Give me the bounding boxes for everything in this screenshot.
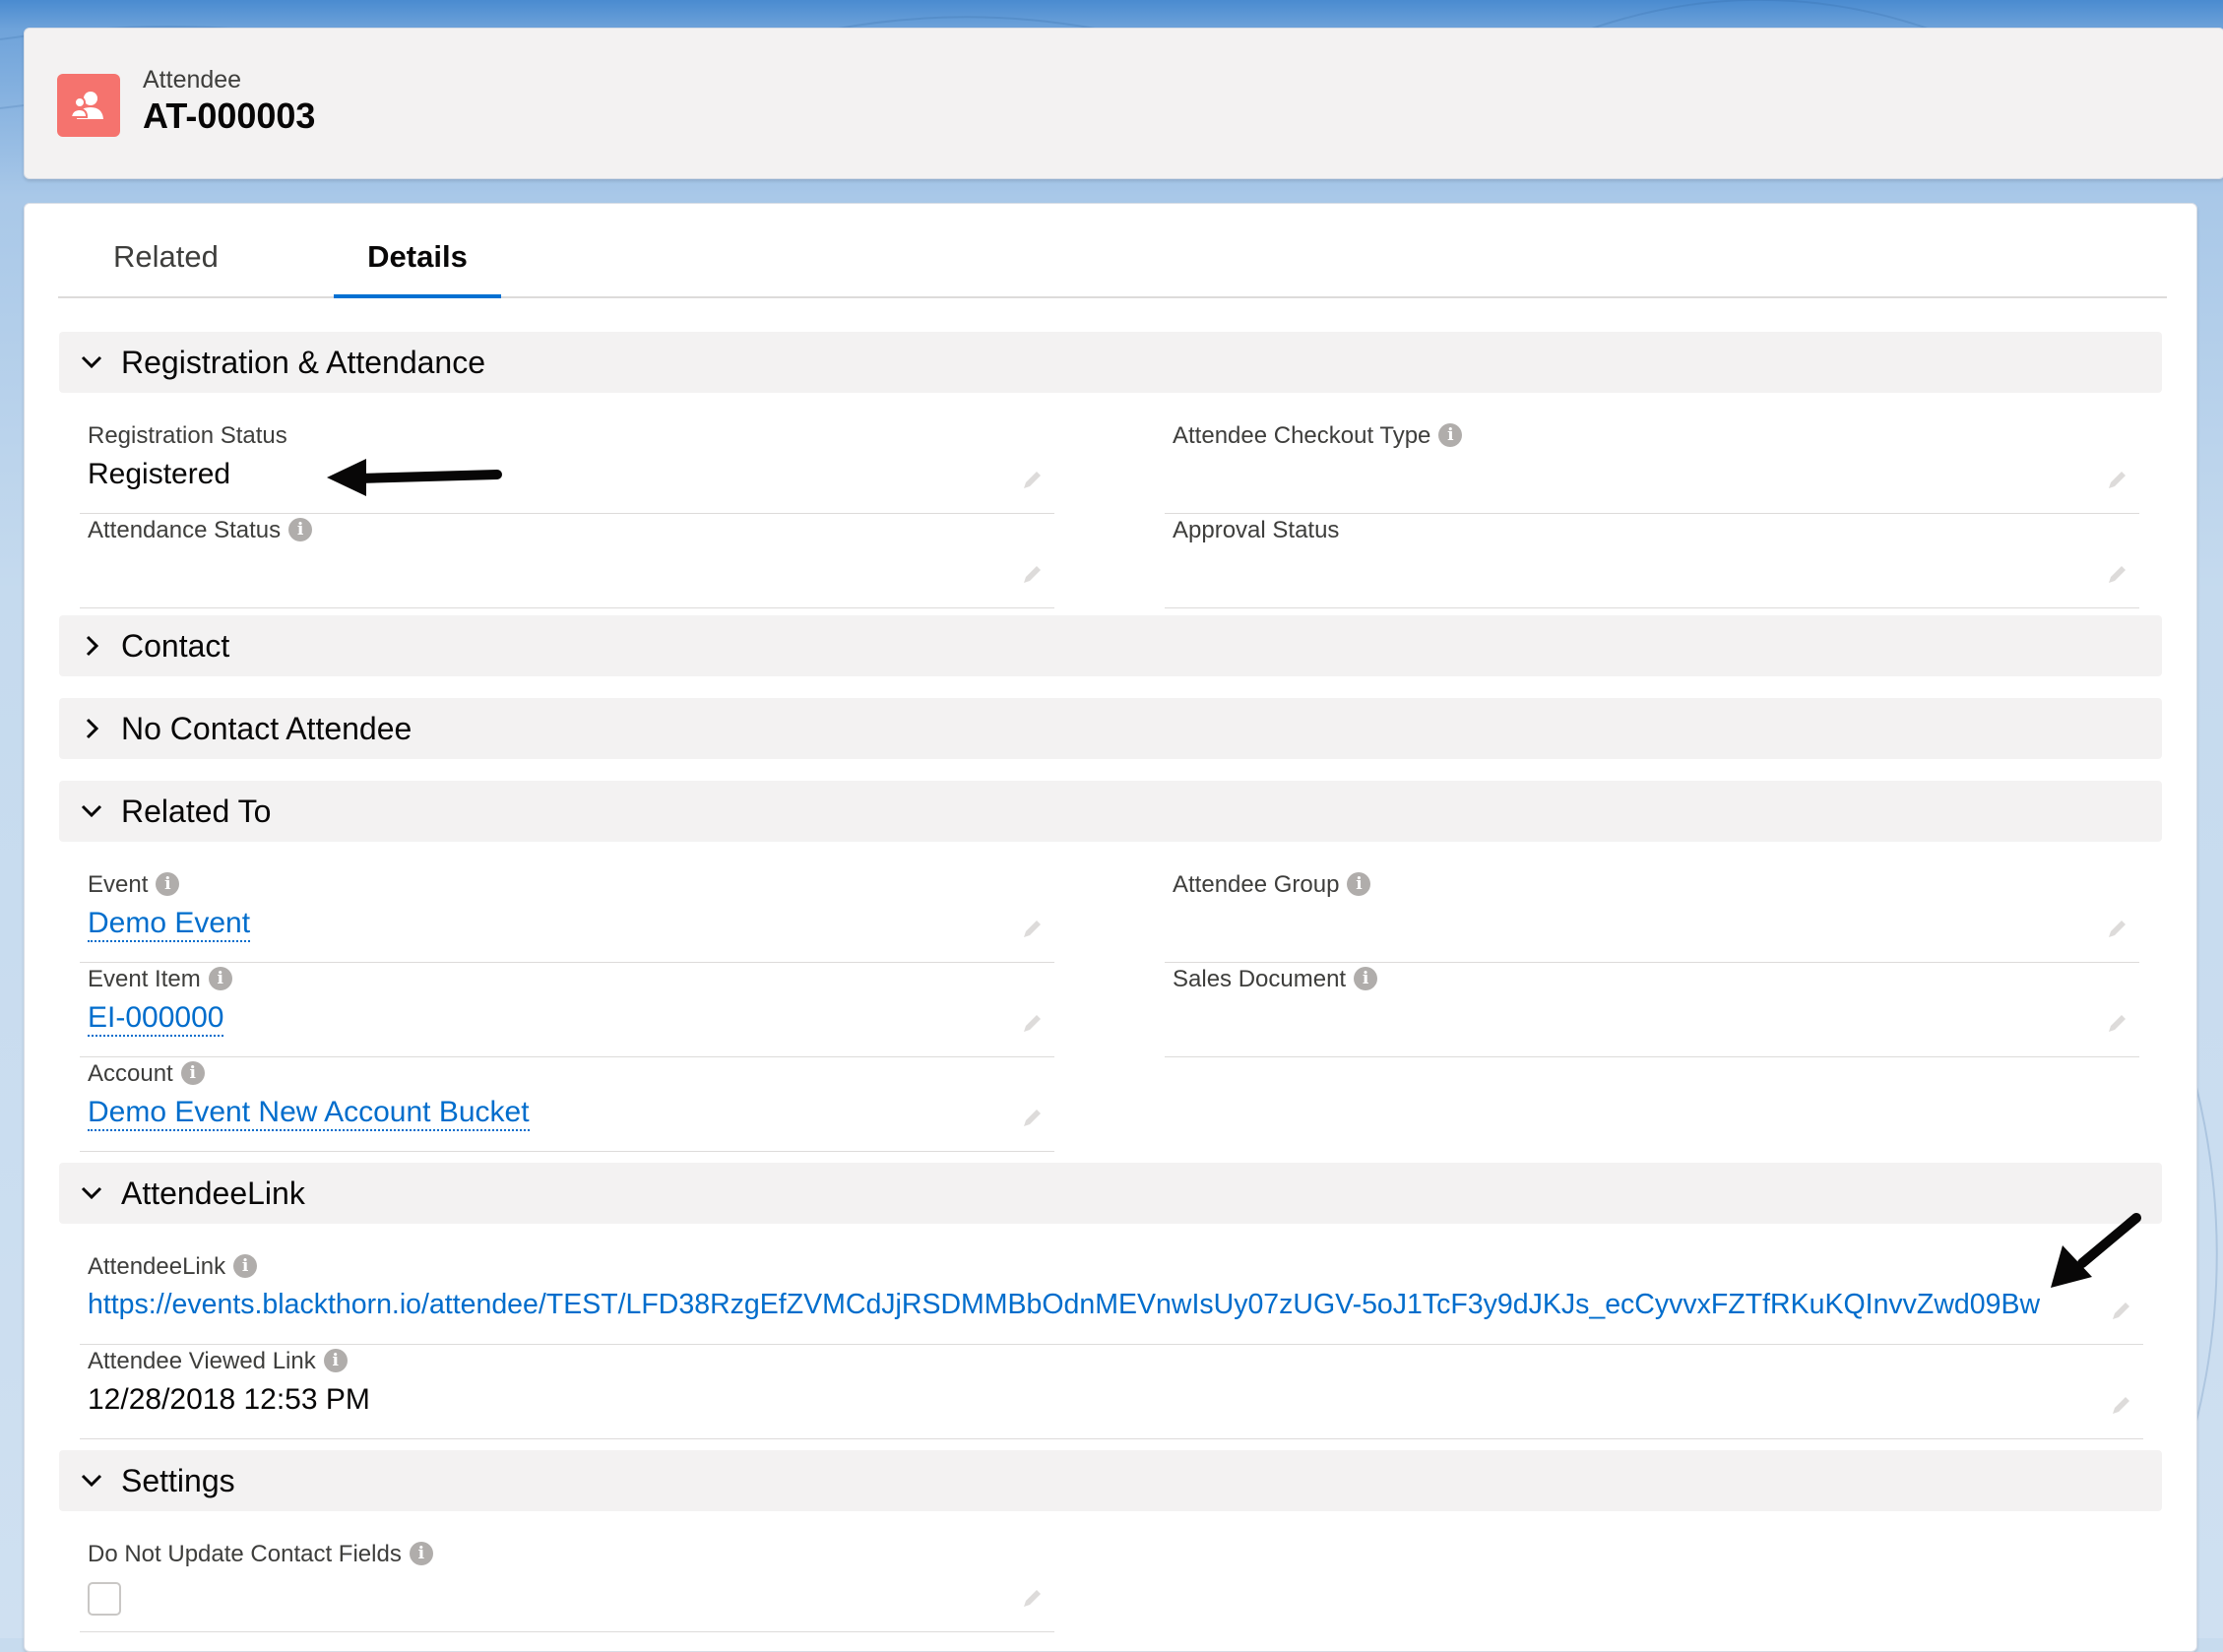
info-icon[interactable]: i xyxy=(156,871,180,896)
field-label: Event Item i xyxy=(88,966,232,993)
section-title: Related To xyxy=(121,794,272,829)
pencil-icon[interactable] xyxy=(1019,1586,1045,1612)
info-icon[interactable]: i xyxy=(208,966,232,990)
pencil-icon[interactable] xyxy=(1019,917,1045,942)
record-detail-card: Related Details Registration & Attendanc… xyxy=(24,203,2197,1652)
record-name: AT-000003 xyxy=(143,95,316,136)
field-label: Attendee Checkout Type i xyxy=(1173,422,1463,450)
section-contact[interactable]: Contact xyxy=(59,615,2162,676)
field-label: Attendance Status i xyxy=(88,517,313,544)
pencil-icon[interactable] xyxy=(2104,562,2129,588)
section-no-contact-attendee[interactable]: No Contact Attendee xyxy=(59,698,2162,759)
pencil-icon[interactable] xyxy=(1019,562,1045,588)
field-label: Sales Document i xyxy=(1173,966,1378,993)
section-settings[interactable]: Settings xyxy=(59,1450,2162,1511)
tab-related[interactable]: Related xyxy=(113,233,219,294)
field-label: Attendee Group i xyxy=(1173,871,1371,899)
field-attendee-link: AttendeeLink i https://events.blackthorn.… xyxy=(80,1253,2143,1345)
attendee-icon xyxy=(57,74,120,137)
chevron-right-icon xyxy=(86,718,99,739)
record-header: Attendee AT-000003 xyxy=(24,28,2223,179)
pencil-icon[interactable] xyxy=(1019,1011,1045,1037)
pencil-icon[interactable] xyxy=(2108,1393,2133,1419)
field-sales-document: Sales Document i xyxy=(1165,966,2139,1057)
field-label: AttendeeLink i xyxy=(88,1253,258,1281)
chevron-down-icon xyxy=(81,355,102,369)
field-label: Event i xyxy=(88,871,180,899)
field-event-item: Event Item i EI-000000 xyxy=(80,966,1054,1057)
info-icon[interactable]: i xyxy=(180,1060,205,1085)
field-label: Do Not Update Contact Fields i xyxy=(88,1541,433,1568)
section-title: Settings xyxy=(121,1463,235,1498)
field-attendance-status: Attendance Status i xyxy=(80,517,1054,608)
event-item-link[interactable]: EI-000000 xyxy=(88,1001,224,1037)
info-icon[interactable]: i xyxy=(323,1348,348,1372)
object-type-label: Attendee xyxy=(143,66,242,94)
field-attendee-viewed-link: Attendee Viewed Link i 12/28/2018 12:53 P… xyxy=(80,1348,2143,1439)
field-label: Registration Status xyxy=(88,422,287,449)
section-title: No Contact Attendee xyxy=(121,711,413,746)
field-value: 12/28/2018 12:53 PM xyxy=(88,1383,370,1416)
info-icon[interactable]: i xyxy=(233,1253,258,1278)
field-account: Account i Demo Event New Account Bucket xyxy=(80,1060,1054,1152)
tab-bar: Related Details xyxy=(58,204,2167,298)
attendee-link-url[interactable]: https://events.blackthorn.io/attendee/TE… xyxy=(88,1289,2040,1321)
info-icon[interactable]: i xyxy=(1347,871,1371,896)
field-value: Registered xyxy=(88,458,231,490)
pencil-icon[interactable] xyxy=(2108,1299,2133,1324)
field-event: Event i Demo Event xyxy=(80,871,1054,963)
section-title: AttendeeLink xyxy=(121,1175,305,1211)
chevron-down-icon xyxy=(81,804,102,818)
pencil-icon[interactable] xyxy=(2104,1011,2129,1037)
info-icon[interactable]: i xyxy=(1438,422,1463,447)
tab-details[interactable]: Details xyxy=(334,233,501,298)
field-attendee-checkout-type: Attendee Checkout Type i xyxy=(1165,422,2139,514)
field-attendee-group: Attendee Group i xyxy=(1165,871,2139,963)
do-not-update-checkbox[interactable] xyxy=(88,1582,121,1616)
info-icon[interactable]: i xyxy=(1354,966,1378,990)
section-title: Registration & Attendance xyxy=(121,345,486,380)
section-related-to[interactable]: Related To xyxy=(59,781,2162,842)
section-attendee-link[interactable]: AttendeeLink xyxy=(59,1163,2162,1224)
pencil-icon[interactable] xyxy=(1019,1106,1045,1131)
field-registration-status: Registration Status Registered xyxy=(80,422,1054,514)
field-label: Account i xyxy=(88,1060,205,1088)
section-registration-attendance[interactable]: Registration & Attendance xyxy=(59,332,2162,393)
field-label: Attendee Viewed Link i xyxy=(88,1348,348,1375)
annotation-arrow-down-left xyxy=(2051,1213,2141,1288)
annotation-arrow-left xyxy=(327,459,502,496)
chevron-down-icon xyxy=(81,1474,102,1488)
account-link[interactable]: Demo Event New Account Bucket xyxy=(88,1096,530,1131)
pencil-icon[interactable] xyxy=(1019,468,1045,493)
field-do-not-update-contact-fields: Do Not Update Contact Fields i xyxy=(80,1541,1054,1632)
event-link[interactable]: Demo Event xyxy=(88,907,251,942)
pencil-icon[interactable] xyxy=(2104,468,2129,493)
chevron-right-icon xyxy=(86,635,99,657)
pencil-icon[interactable] xyxy=(2104,917,2129,942)
field-label: Approval Status xyxy=(1173,517,1340,543)
chevron-down-icon xyxy=(81,1186,102,1200)
section-title: Contact xyxy=(121,628,230,664)
info-icon[interactable]: i xyxy=(288,517,313,541)
field-approval-status: Approval Status xyxy=(1165,517,2139,608)
info-icon[interactable]: i xyxy=(409,1541,433,1565)
